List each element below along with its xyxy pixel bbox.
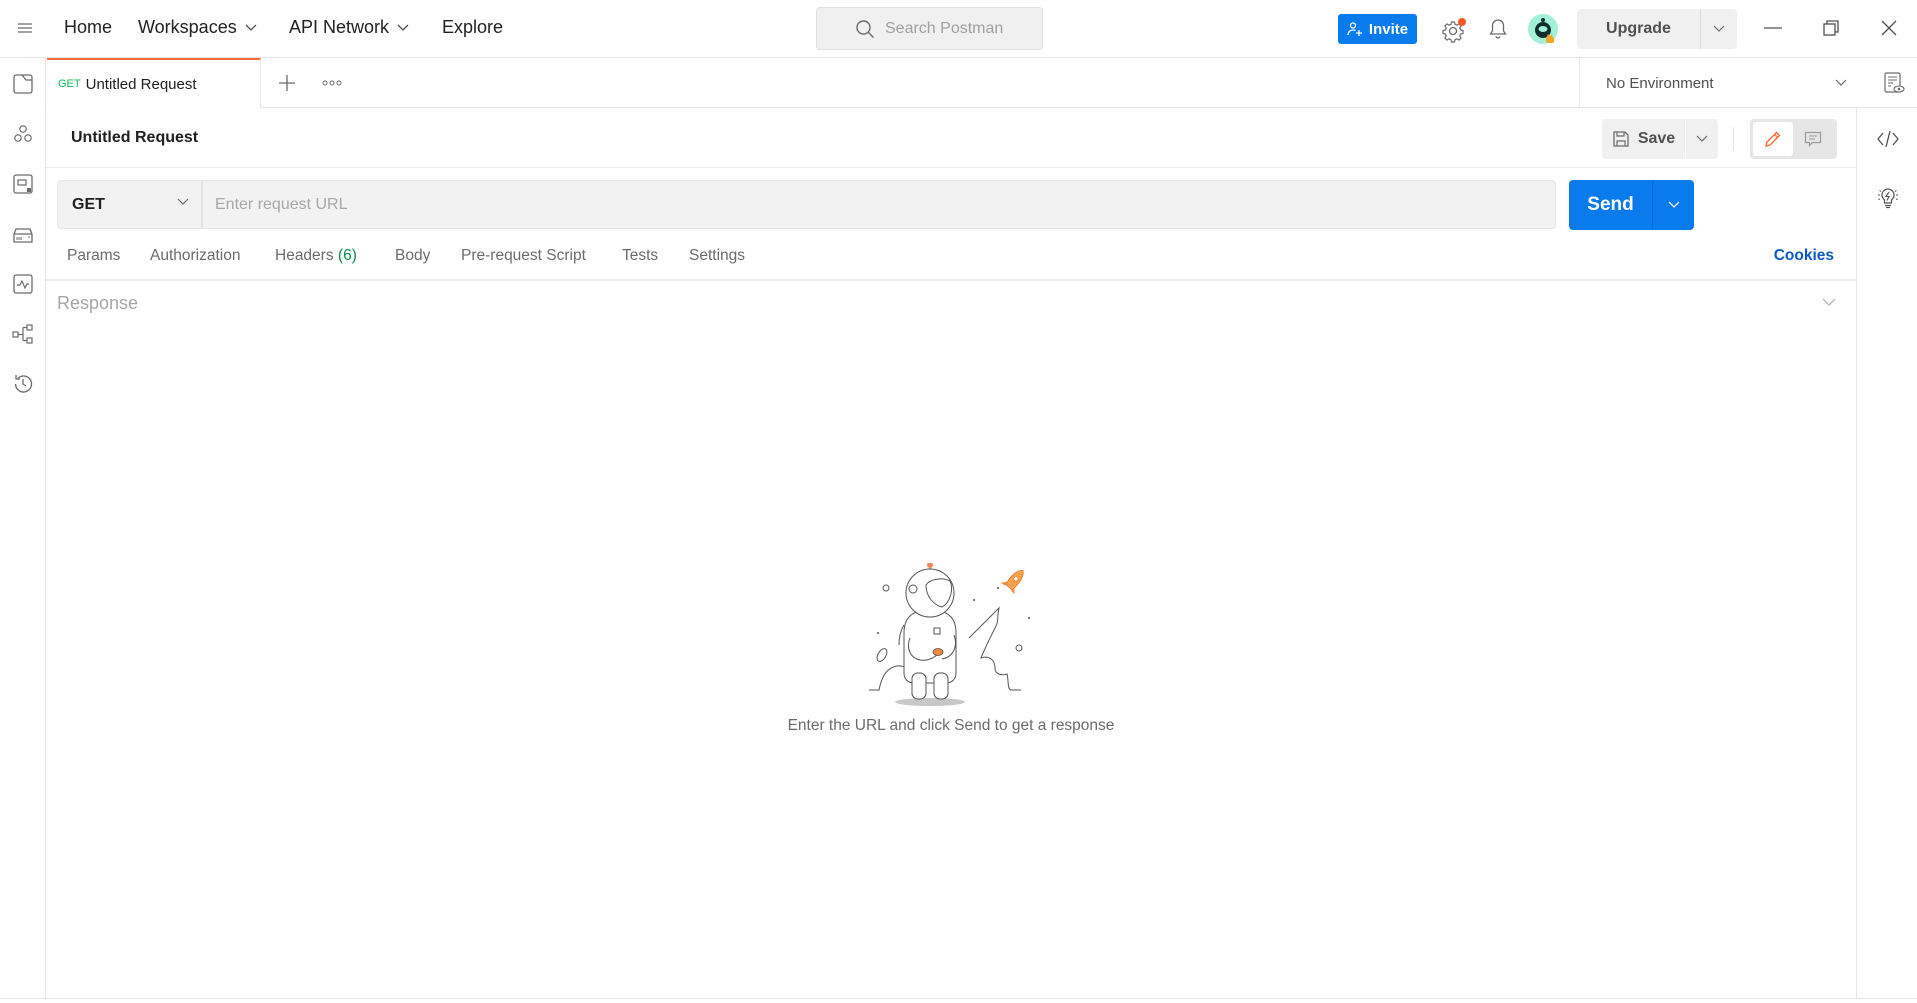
edit-mode-button[interactable]	[1753, 122, 1793, 156]
nav-workspaces-label: Workspaces	[138, 17, 237, 37]
history-icon[interactable]	[12, 373, 34, 395]
tab-body[interactable]: Body	[395, 247, 430, 265]
minimize-icon[interactable]	[1764, 27, 1782, 29]
mock-servers-icon[interactable]	[12, 223, 34, 245]
headers-count: (6)	[337, 247, 357, 264]
tab-title: Untitled Request	[85, 75, 197, 93]
tab-params[interactable]: Params	[67, 247, 120, 265]
environments-icon[interactable]	[12, 173, 34, 195]
send-button[interactable]: Send	[1569, 180, 1653, 230]
code-icon[interactable]	[1876, 127, 1900, 151]
chevron-down-icon	[1696, 135, 1708, 142]
url-input[interactable]	[215, 195, 1555, 214]
upgrade-button[interactable]: Upgrade	[1577, 9, 1701, 49]
save-icon	[1613, 131, 1629, 147]
close-icon[interactable]	[1881, 20, 1897, 36]
new-tab-icon[interactable]	[278, 74, 296, 92]
nav-api-network-label: API Network	[289, 17, 390, 37]
add-user-icon	[1347, 22, 1362, 36]
send-dropdown-button[interactable]	[1653, 180, 1694, 230]
nav-explore[interactable]: Explore	[442, 17, 503, 38]
divider	[1733, 127, 1734, 151]
pencil-icon	[1765, 131, 1781, 147]
tab-untitled-request[interactable]: GET Untitled Request	[47, 58, 261, 108]
tab-authorization[interactable]: Authorization	[150, 247, 240, 265]
tab-settings[interactable]: Settings	[689, 247, 745, 265]
notification-dot	[1458, 18, 1466, 26]
tab-pre-request-script[interactable]: Pre-request Script	[461, 247, 586, 265]
flows-icon[interactable]	[12, 323, 34, 345]
more-options-icon[interactable]	[322, 80, 342, 86]
chevron-down-icon	[397, 24, 409, 31]
tab-bar: GET Untitled Request No Environment	[46, 58, 1917, 108]
cookies-link[interactable]: Cookies	[1774, 247, 1834, 265]
chevron-down-icon	[1835, 79, 1847, 86]
method-select[interactable]: GET	[57, 180, 202, 229]
tab-method-badge: GET	[58, 78, 81, 90]
chevron-down-icon[interactable]	[1822, 298, 1836, 307]
nav-home-label: Home	[64, 17, 113, 37]
save-button-group: Save	[1602, 119, 1718, 159]
empty-state-message: Enter the URL and click Send to get a re…	[787, 717, 1115, 734]
request-tabs: Params Authorization Headers (6) Body Pr…	[46, 240, 1856, 281]
search-input[interactable]: Search Postman	[816, 7, 1043, 50]
url-input-wrapper	[202, 180, 1556, 229]
response-label: Response	[57, 293, 139, 313]
lightbulb-icon[interactable]	[1876, 186, 1900, 210]
response-header[interactable]: Response	[46, 283, 1856, 323]
menu-icon[interactable]	[16, 20, 34, 36]
invite-button[interactable]: Invite	[1338, 14, 1417, 44]
settings-icon[interactable]	[1441, 17, 1467, 43]
tab-headers[interactable]: Headers (6)	[275, 247, 357, 265]
comment-icon	[1804, 131, 1822, 147]
left-sidebar	[0, 58, 46, 998]
nav-api-network[interactable]: API Network	[289, 17, 409, 38]
right-rail	[1856, 108, 1917, 998]
search-placeholder: Search Postman	[885, 19, 1004, 37]
apis-icon[interactable]	[12, 123, 34, 145]
astronaut-illustration	[869, 563, 1030, 706]
environment-label: No Environment	[1606, 74, 1714, 92]
request-header: Untitled Request Save	[46, 108, 1856, 168]
restore-icon[interactable]	[1823, 20, 1839, 36]
chevron-down-icon	[1713, 25, 1725, 32]
chevron-down-icon	[177, 198, 189, 205]
nav-explore-label: Explore	[442, 17, 504, 37]
comment-mode-button[interactable]	[1793, 122, 1833, 156]
search-icon	[856, 19, 874, 38]
environment-select[interactable]: No Environment	[1580, 58, 1870, 108]
top-bar: Home Workspaces API Network Explore Sear…	[0, 0, 1917, 58]
environment-quick-look-icon[interactable]	[1883, 72, 1905, 94]
avatar[interactable]	[1527, 13, 1559, 45]
invite-label: Invite	[1368, 20, 1409, 38]
upgrade-button-group: Upgrade	[1577, 9, 1737, 49]
monitors-icon[interactable]	[12, 273, 34, 295]
request-editor: Untitled Request Save GET Enter request …	[46, 108, 1856, 998]
view-mode-toggle	[1750, 119, 1837, 159]
save-dropdown-button[interactable]	[1686, 119, 1718, 159]
save-label: Save	[1637, 130, 1676, 147]
save-button[interactable]: Save	[1602, 119, 1686, 159]
chevron-down-icon	[1668, 201, 1679, 208]
nav-workspaces[interactable]: Workspaces	[138, 17, 257, 38]
chevron-down-icon	[245, 24, 257, 31]
upgrade-dropdown-button[interactable]	[1701, 9, 1737, 49]
tab-tests[interactable]: Tests	[622, 247, 658, 265]
request-title[interactable]: Untitled Request	[71, 129, 198, 147]
send-button-group: Send	[1569, 180, 1694, 230]
collections-icon[interactable]	[12, 73, 34, 95]
url-bar: GET Send	[57, 180, 1837, 230]
method-label: GET	[72, 195, 105, 213]
bell-icon[interactable]	[1488, 18, 1508, 40]
environment-area: No Environment	[1579, 58, 1917, 108]
tab-headers-label: Headers	[275, 247, 334, 264]
status-bar	[0, 998, 1917, 1003]
nav-home[interactable]: Home	[64, 17, 112, 38]
